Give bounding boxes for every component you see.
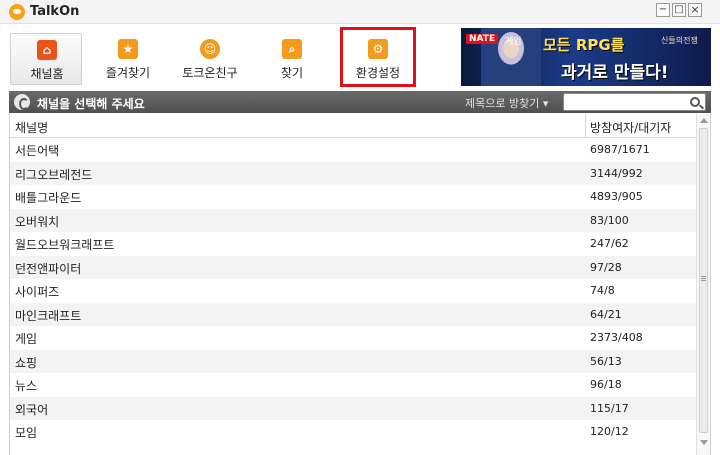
channel-count: 64/21: [590, 307, 622, 321]
banner-game-name: 신들의전쟁: [661, 36, 698, 45]
talkon-friends-button[interactable]: ☺ 토크온친구: [174, 33, 246, 85]
channel-name: 배틀그라운드: [15, 191, 82, 205]
search-mode-dropdown[interactable]: 제목으로 방찾기 ▾: [465, 95, 548, 111]
search-icon[interactable]: [690, 97, 700, 107]
vertical-scrollbar[interactable]: [696, 114, 710, 455]
table-row[interactable]: 서든어택 6987/1671: [10, 138, 696, 162]
close-button[interactable]: ×: [688, 3, 702, 17]
banner-brand-suffix: 게임: [505, 37, 522, 47]
channel-name: 서든어택: [15, 144, 60, 158]
table-row[interactable]: 외국어 115/17: [10, 396, 696, 420]
column-header-participants[interactable]: 방참여자/대기자: [590, 119, 671, 136]
table-row[interactable]: 배틀그라운드 4893/905: [10, 185, 696, 209]
scroll-up-arrow-icon[interactable]: [700, 118, 708, 123]
find-button[interactable]: ⌕ 찾기: [256, 33, 328, 85]
channel-count: 3144/992: [590, 166, 643, 180]
talkon-friends-label: 토크온친구: [182, 66, 238, 80]
channel-name: 월드오브워크래프트: [15, 238, 115, 252]
maximize-button[interactable]: □: [672, 3, 686, 17]
channel-home-label: 채널홈: [30, 67, 64, 81]
window-title: TalkOn: [30, 4, 80, 19]
table-row[interactable]: 쇼핑 56/13: [10, 349, 696, 373]
settings-label: 환경설정: [355, 66, 401, 80]
channel-name: 모임: [15, 426, 38, 440]
channel-count: 115/17: [590, 401, 629, 415]
chevron-down-icon: ▾: [542, 97, 549, 110]
channel-name: 외국어: [15, 402, 49, 417]
table-row[interactable]: 월드오브워크래프트 247/62: [10, 232, 696, 256]
channel-count: 247/62: [590, 237, 629, 250]
favorites-label: 즐겨찾기: [105, 66, 151, 80]
channel-home-button[interactable]: ⌂ 채널홈: [10, 33, 82, 85]
table-row[interactable]: 오버워치 83/100: [10, 208, 696, 232]
find-label: 찾기: [280, 66, 304, 80]
smiley-icon: ☺: [200, 39, 220, 59]
search-mode-label: 제목으로 방찾기: [465, 97, 540, 110]
channel-count: 83/100: [590, 213, 629, 227]
magnifier-icon: ⌕: [282, 39, 302, 59]
channel-search-input[interactable]: [563, 93, 706, 111]
refresh-icon[interactable]: [14, 94, 30, 110]
table-header: 채널명 방참여자/대기자: [10, 114, 696, 138]
game-ad-banner[interactable]: NATE 게임 모든 RPG를 과거로 만들다! 신들의전쟁: [461, 28, 711, 86]
scroll-down-arrow-icon[interactable]: [700, 440, 708, 445]
channel-header: 채널을 선택해 주세요 제목으로 방찾기 ▾: [9, 91, 711, 113]
channel-count: 120/12: [590, 425, 629, 438]
channel-home-icon: ⌂: [37, 40, 57, 60]
favorites-button[interactable]: ★ 즐겨찾기: [92, 33, 164, 85]
title-bar: TalkOn − □ ×: [0, 0, 720, 24]
channel-rows: 서든어택 6987/1671 리그오브레전드 3144/992 배틀그라운드 4893…: [10, 138, 696, 444]
table-row[interactable]: 게임 2373/408: [10, 326, 696, 350]
table-row[interactable]: 모임 120/12: [10, 420, 696, 444]
table-row[interactable]: 리그오브레전드 3144/992: [10, 161, 696, 185]
channel-count: 96/18: [590, 378, 622, 391]
banner-brand: NATE: [466, 34, 499, 44]
channel-count: 56/13: [590, 354, 622, 368]
talkon-logo-icon: [9, 4, 25, 20]
table-row[interactable]: 던전앤파이터 97/28: [10, 255, 696, 279]
channel-name: 마인크래프트: [15, 308, 82, 323]
channel-count: 97/28: [590, 260, 622, 274]
column-divider[interactable]: [585, 114, 586, 138]
banner-tagline: 과거로 만들다!: [561, 63, 669, 83]
minimize-button[interactable]: −: [656, 3, 670, 17]
column-header-channel-name[interactable]: 채널명: [15, 119, 48, 136]
table-row[interactable]: 사이퍼즈 74/8: [10, 279, 696, 303]
star-icon: ★: [118, 39, 138, 59]
channel-name: 리그오브레전드: [15, 167, 93, 182]
grip-icon: [701, 276, 706, 277]
channel-count: 2373/408: [590, 331, 643, 344]
channel-count: 4893/905: [590, 190, 643, 203]
channel-count: 74/8: [590, 284, 615, 297]
channel-header-title: 채널을 선택해 주세요: [37, 97, 145, 111]
channel-table: 채널명 방참여자/대기자 서든어택 6987/1671 리그오브레전드 3144/9…: [9, 114, 711, 455]
table-row[interactable]: 마인크래프트 64/21: [10, 302, 696, 326]
channel-name: 던전앤파이터: [15, 261, 82, 276]
scroll-thumb[interactable]: [699, 128, 708, 433]
channel-name: 오버워치: [15, 214, 60, 229]
channel-name: 사이퍼즈: [15, 285, 60, 299]
channel-name: 게임: [15, 332, 38, 346]
channel-name: 뉴스: [15, 379, 38, 393]
banner-headline: 모든 RPG를: [543, 36, 625, 54]
gear-icon: ⚙: [368, 39, 388, 59]
channel-count: 6987/1671: [590, 143, 650, 156]
table-row[interactable]: 뉴스 96/18: [10, 373, 696, 397]
settings-button[interactable]: ⚙ 환경설정: [340, 27, 416, 87]
channel-name: 쇼핑: [15, 355, 38, 370]
